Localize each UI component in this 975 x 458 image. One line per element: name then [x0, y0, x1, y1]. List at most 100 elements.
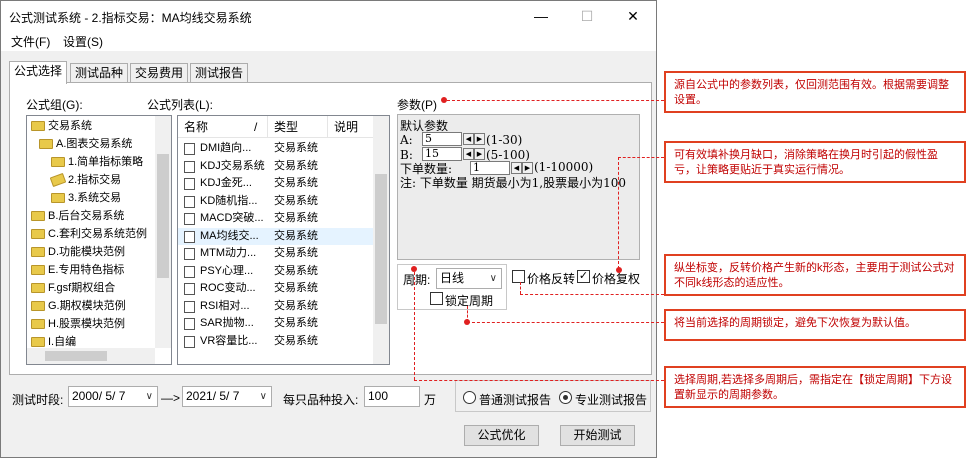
- menu-file[interactable]: 文件(F): [11, 33, 50, 50]
- annotation-line-restore-h: [618, 157, 664, 158]
- folder-icon: [31, 283, 45, 294]
- list-item[interactable]: SAR抛物... 交易系统: [178, 315, 373, 333]
- param-qty-input[interactable]: 1: [470, 161, 510, 175]
- list-item[interactable]: PSY心理... 交易系统: [178, 263, 373, 281]
- list-vscroll-thumb[interactable]: [375, 174, 387, 324]
- param-a-range: (1-30): [486, 133, 523, 147]
- folder-icon: [51, 193, 65, 204]
- minimize-button[interactable]: —: [518, 1, 564, 31]
- price-restore-label: 价格复权: [592, 272, 641, 286]
- tab-test-symbols[interactable]: 测试品种: [70, 63, 129, 83]
- list-item[interactable]: KDJ交易系统 交易系统: [178, 158, 373, 176]
- tab-test-report[interactable]: 测试报告: [190, 63, 249, 83]
- param-a-label: A:: [400, 133, 413, 147]
- tree-hscrollbar[interactable]: [27, 348, 155, 364]
- formula-group-tree[interactable]: 交易系统 A.图表交易系统 1.简单指标策略 2.指标交易 3.系统交易 B.后…: [26, 115, 172, 365]
- date-range-arrow: —>: [161, 391, 181, 405]
- end-date-picker[interactable]: 2021/ 5/ 7 ∨: [182, 386, 272, 407]
- param-b-input[interactable]: 15: [422, 147, 462, 161]
- formula-doc-icon: [184, 178, 195, 190]
- annotation-line-lock-v: [467, 306, 468, 322]
- formula-doc-icon: [184, 265, 195, 278]
- price-reverse-label: 价格反转: [527, 272, 576, 286]
- col-desc[interactable]: 说明: [328, 116, 373, 138]
- folder-icon: [31, 211, 45, 222]
- invest-input[interactable]: 100: [364, 386, 420, 407]
- invest-label: 每只品种投入:: [283, 393, 359, 407]
- tree-item[interactable]: C.套利交易系统范例: [31, 225, 147, 243]
- normal-report-radio[interactable]: [463, 391, 476, 404]
- tree-vscroll-thumb[interactable]: [157, 154, 169, 278]
- formula-doc-icon: [184, 230, 195, 243]
- annotation-line-period-h: [414, 380, 664, 381]
- tree-item[interactable]: A.图表交易系统: [39, 135, 132, 153]
- list-item[interactable]: MTM动力... 交易系统: [178, 245, 373, 263]
- folder-icon: [31, 265, 45, 276]
- optimize-formula-button[interactable]: 公式优化: [464, 425, 539, 446]
- list-item[interactable]: DMI趋向... 交易系统: [178, 140, 373, 158]
- tree-item[interactable]: 3.系统交易: [51, 189, 121, 207]
- folder-icon: [31, 301, 45, 312]
- folder-open-icon: [39, 139, 53, 150]
- formula-list[interactable]: 名称 / 类型 说明 DMI趋向... 交易系统 KDJ交易系统 交易系统 KDJ金…: [177, 115, 390, 365]
- price-restore-checkbox[interactable]: ✓: [577, 270, 590, 283]
- tree-vscrollbar[interactable]: [155, 116, 171, 348]
- list-item-selected[interactable]: MA均线交... 交易系统: [178, 227, 373, 245]
- formula-doc-icon: [184, 300, 195, 313]
- list-item[interactable]: RSI相对... 交易系统: [178, 298, 373, 316]
- folder-icon: [31, 337, 45, 348]
- folder-icon: [31, 229, 45, 240]
- pro-report-radio[interactable]: [559, 391, 572, 404]
- param-qty-label: 下单数量:: [400, 162, 453, 176]
- list-item[interactable]: VR容量比... 交易系统: [178, 333, 373, 351]
- close-button[interactable]: ✕: [610, 1, 656, 31]
- price-reverse-checkbox[interactable]: [512, 270, 525, 283]
- callout-params: 源自公式中的参数列表，仅回测范围有效。根据需要调整设置。: [664, 71, 966, 113]
- list-item[interactable]: KD随机指... 交易系统: [178, 193, 373, 211]
- param-a-spinner[interactable]: ◀ ▶: [463, 133, 485, 145]
- tree-item[interactable]: E.专用特色指标: [31, 261, 124, 279]
- formula-doc-icon: [184, 335, 195, 348]
- tree-item[interactable]: B.后台交易系统: [31, 207, 124, 225]
- param-b-spinner[interactable]: ◀ ▶: [463, 148, 485, 160]
- tree-item[interactable]: G.期权模块范例: [31, 297, 126, 315]
- annotation-line-reverse-h: [520, 294, 664, 295]
- list-item[interactable]: MACD突破... 交易系统: [178, 210, 373, 228]
- annotation-line-restore-v: [618, 157, 619, 269]
- maximize-button[interactable]: ☐: [564, 1, 610, 31]
- menu-settings[interactable]: 设置(S): [63, 33, 103, 50]
- list-item[interactable]: ROC变动... 交易系统: [178, 280, 373, 298]
- period-select[interactable]: 日线 ∨: [436, 268, 502, 289]
- start-date-picker[interactable]: 2000/ 5/ 7 ∨: [68, 386, 158, 407]
- folder-icon: [31, 247, 45, 258]
- tree-hscroll-thumb[interactable]: [45, 351, 107, 361]
- callout-period: 选择周期,若选择多周期后，需指定在【锁定周期】下方设置新显示的周期参数。: [664, 366, 966, 408]
- tree-item[interactable]: H.股票模块范例: [31, 315, 125, 333]
- formula-group-label: 公式组(G):: [26, 98, 83, 112]
- list-vscrollbar[interactable]: [373, 116, 389, 364]
- formula-list-header: 名称 / 类型 说明: [178, 116, 373, 138]
- tab-trading-fees[interactable]: 交易费用: [130, 63, 189, 83]
- start-test-button[interactable]: 开始测试: [560, 425, 635, 446]
- lock-period-checkbox[interactable]: [430, 292, 443, 305]
- folder-icon: [51, 157, 65, 168]
- param-b-range: (5-100): [486, 148, 530, 162]
- param-qty-spinner[interactable]: ◀ ▶: [511, 162, 533, 174]
- params-label: 参数(P): [397, 98, 437, 112]
- list-item[interactable]: KDJ金死... 交易系统: [178, 175, 373, 193]
- formula-doc-icon: [184, 318, 195, 330]
- params-panel: 默认参数 A: 5 ◀ ▶ (1-30) B: 15 ◀ ▶ (5-100) 下单数…: [397, 114, 640, 260]
- tree-item[interactable]: D.功能模块范例: [31, 243, 125, 261]
- param-a-input[interactable]: 5: [422, 132, 462, 146]
- formula-doc-icon: [184, 143, 195, 155]
- tree-item[interactable]: 1.简单指标策略: [51, 153, 143, 171]
- formula-doc-icon: [184, 283, 195, 295]
- tree-root[interactable]: 交易系统: [31, 117, 92, 135]
- chevron-down-icon: ∨: [145, 391, 153, 402]
- lock-period-label: 锁定周期: [445, 294, 494, 308]
- tree-item[interactable]: F.gsf期权组合: [31, 279, 115, 297]
- tab-formula-select[interactable]: 公式选择: [9, 61, 68, 84]
- folder-icon: [31, 319, 45, 330]
- col-type[interactable]: 类型: [268, 116, 328, 138]
- tree-item[interactable]: 2.指标交易: [49, 171, 121, 189]
